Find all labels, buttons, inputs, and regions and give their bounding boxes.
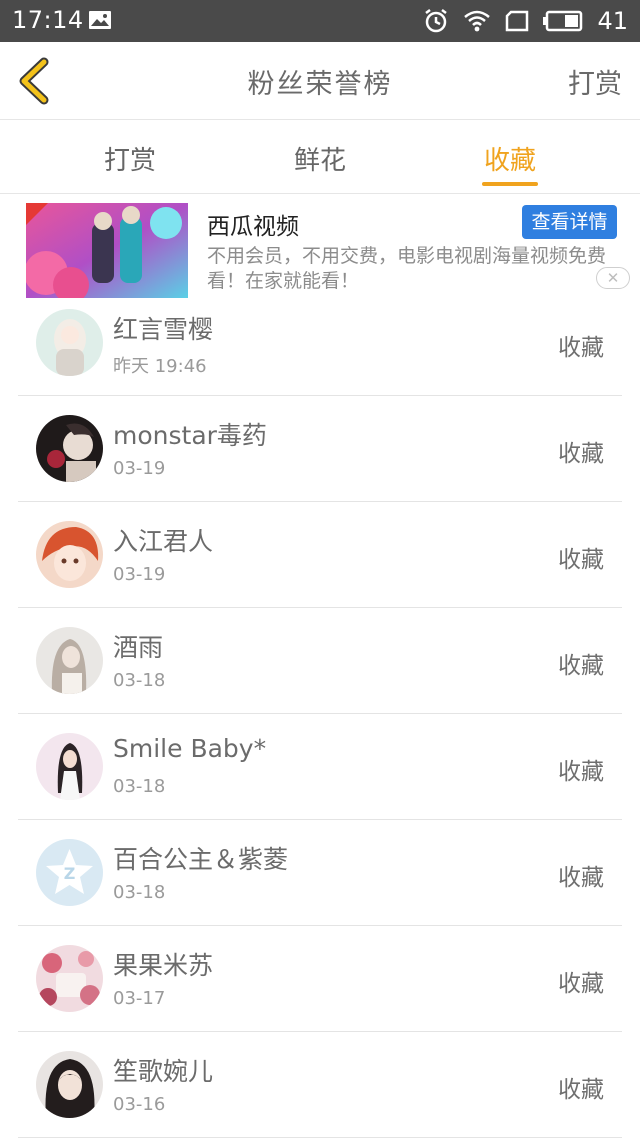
- view-details-button[interactable]: 查看详情: [522, 205, 617, 239]
- fan-date: 03-19: [113, 564, 166, 585]
- fan-name: 笙歌婉儿: [113, 1057, 214, 1086]
- tab-bar: 打赏 鲜花 收藏: [0, 120, 640, 194]
- avatar: [36, 627, 103, 694]
- tab-flowers[interactable]: 鲜花: [260, 140, 380, 177]
- list-item[interactable]: Z 百合公主＆紫菱 03-18 收藏: [18, 820, 622, 926]
- ad-image[interactable]: [26, 203, 188, 298]
- avatar: [36, 309, 103, 376]
- list-item[interactable]: 入江君人 03-19 收藏: [18, 502, 622, 608]
- fan-date: 03-18: [113, 882, 166, 903]
- list-item[interactable]: Smile Baby* 03-18 收藏: [18, 714, 622, 820]
- close-icon[interactable]: ✕: [596, 267, 630, 289]
- tab-reward[interactable]: 打赏: [70, 140, 190, 177]
- battery-icon: [543, 10, 583, 32]
- avatar: [36, 733, 103, 800]
- fan-name: Smile Baby*: [113, 734, 267, 763]
- ad-banner[interactable]: 西瓜视频 查看详情 不用会员，不用交费，电影电视剧海量视频免费看！在家就能看！ …: [0, 195, 640, 300]
- list-item[interactable]: monstar毒药 03-19 收藏: [18, 396, 622, 502]
- tab-favorites[interactable]: 收藏: [450, 140, 570, 177]
- fan-action: 收藏: [558, 441, 604, 467]
- avatar: Z: [36, 839, 103, 906]
- fan-action: 收藏: [558, 335, 604, 361]
- fan-action: 收藏: [558, 759, 604, 785]
- wifi-icon: [464, 10, 491, 32]
- status-bar: 17:14 41: [0, 0, 640, 42]
- fan-name: monstar毒药: [113, 421, 267, 450]
- list-item[interactable]: 酒雨 03-18 收藏: [18, 608, 622, 714]
- alarm-icon: [425, 9, 448, 33]
- fan-name: 入江君人: [113, 527, 214, 556]
- avatar: [36, 415, 103, 482]
- reward-button[interactable]: 打赏: [568, 62, 622, 101]
- list-item[interactable]: 笙歌婉儿 03-16 收藏: [18, 1032, 622, 1138]
- fan-date: 03-18: [113, 776, 166, 797]
- fan-date: 03-18: [113, 670, 166, 691]
- fan-action: 收藏: [558, 547, 604, 573]
- sim-icon: [506, 10, 529, 32]
- photo-icon: [89, 11, 111, 29]
- fan-list: 红言雪樱 昨天 19:46 收藏 monstar毒药 03-19 收藏 入江君人…: [18, 290, 622, 1138]
- list-item[interactable]: 红言雪樱 昨天 19:46 收藏: [18, 290, 622, 396]
- fan-name: 红言雪樱: [113, 315, 214, 344]
- avatar: [36, 1051, 103, 1118]
- fan-date: 03-17: [113, 988, 166, 1009]
- status-time: 17:14: [12, 6, 84, 34]
- fan-date: 03-16: [113, 1094, 166, 1115]
- fan-action: 收藏: [558, 1077, 604, 1103]
- avatar: [36, 521, 103, 588]
- fan-name: 酒雨: [113, 633, 164, 662]
- svg-text:Z: Z: [64, 864, 76, 883]
- fan-name: 果果米苏: [113, 951, 214, 980]
- page-title: 粉丝荣誉榜: [247, 69, 393, 100]
- fan-date: 03-19: [113, 458, 166, 479]
- fan-date: 昨天 19:46: [113, 356, 207, 377]
- avatar: [36, 945, 103, 1012]
- fan-action: 收藏: [558, 971, 604, 997]
- ad-description: 不用会员，不用交费，电影电视剧海量视频免费看！在家就能看！: [207, 245, 607, 292]
- ad-title: 西瓜视频: [207, 214, 299, 240]
- active-tab-indicator: [482, 182, 538, 186]
- battery-level: 41: [597, 7, 628, 35]
- fan-action: 收藏: [558, 865, 604, 891]
- fan-name: 百合公主＆紫菱: [113, 845, 289, 874]
- fan-action: 收藏: [558, 653, 604, 679]
- list-item[interactable]: 果果米苏 03-17 收藏: [18, 926, 622, 1032]
- header: 粉丝荣誉榜 打赏: [0, 42, 640, 120]
